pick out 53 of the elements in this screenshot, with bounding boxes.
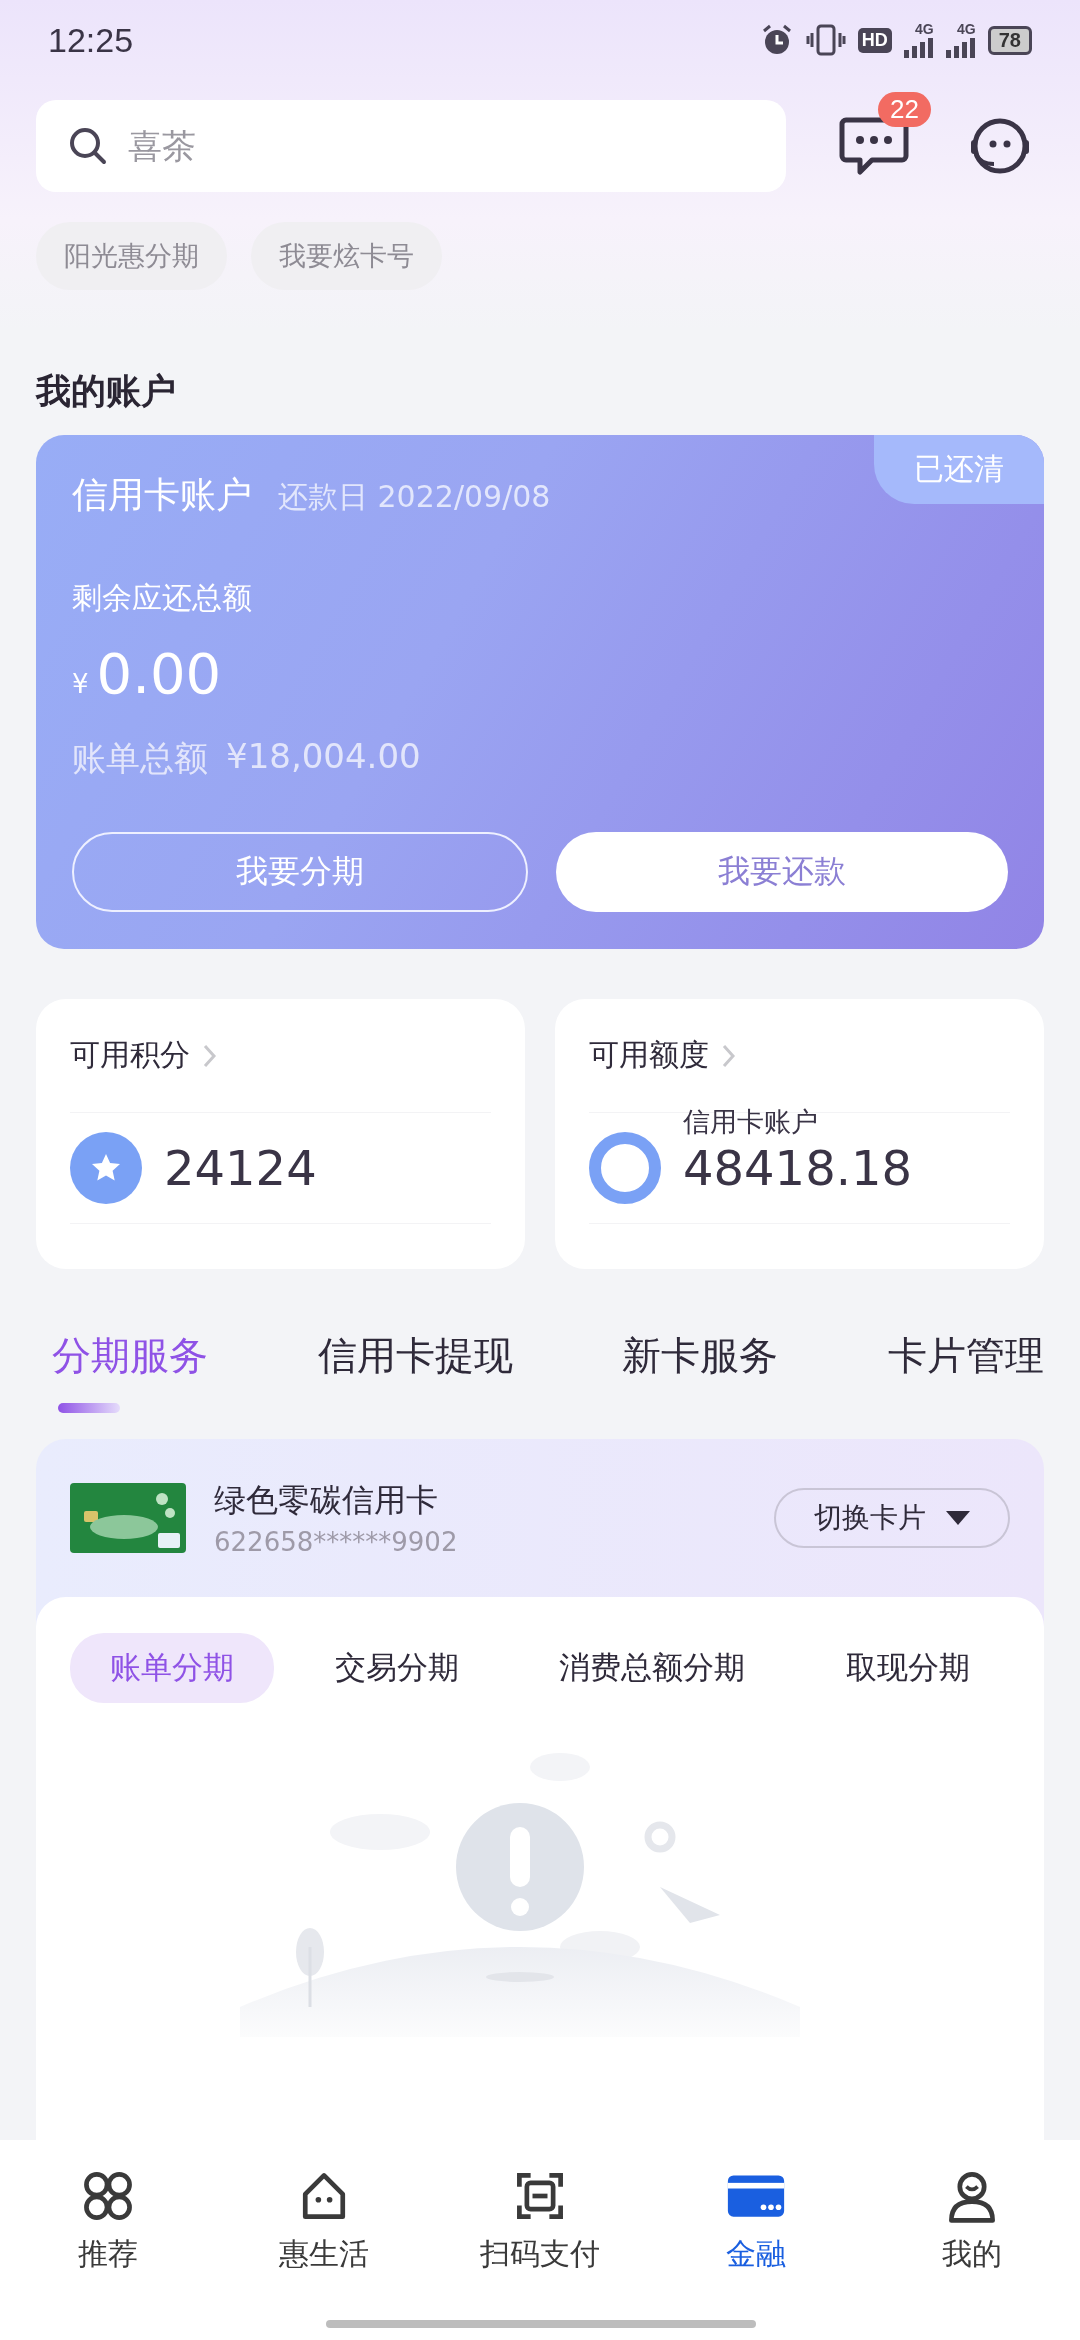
status-tag: 已还清: [874, 435, 1044, 504]
vibrate-icon: [805, 23, 846, 57]
stat-value: 24124: [164, 1140, 317, 1196]
nav-label: 推荐: [78, 2235, 138, 2273]
network-type: 4G: [957, 22, 976, 36]
ring-icon: [589, 1132, 661, 1204]
network-type: 4G: [915, 22, 934, 36]
card-name: 绿色零碳信用卡: [214, 1480, 439, 1521]
stat-label: 可用额度: [589, 1036, 709, 1074]
service-tab[interactable]: 卡片管理: [887, 1329, 1044, 1417]
bill-amount: ¥18,004.00: [226, 736, 421, 778]
nav-label: 扫码支付: [480, 2235, 600, 2273]
caret-down-icon: [946, 1511, 970, 1525]
stat-card[interactable]: 可用额度 信用卡账户 48418.18: [555, 999, 1044, 1269]
signal-icon: [903, 36, 934, 58]
nav-item[interactable]: 我的: [882, 2166, 1062, 2340]
tab-indicator: [58, 1403, 120, 1413]
card-number: 622658******9902: [214, 1527, 459, 1557]
installment-tab[interactable]: 账单分期: [70, 1633, 274, 1703]
nav-label: 我的: [942, 2235, 1002, 2273]
nav-item[interactable]: 扫码支付: [450, 2166, 630, 2340]
service-tab[interactable]: 信用卡提现: [317, 1329, 513, 1417]
remaining-amount: 0.00: [96, 641, 222, 706]
hd-indicator: HD: [857, 27, 892, 53]
stat-value: 48418.18: [683, 1140, 913, 1196]
nav-item[interactable]: 金融: [666, 2166, 846, 2340]
credit-card-icon: [70, 1483, 186, 1553]
account-label: 信用卡账户: [683, 1105, 818, 1139]
stat-card[interactable]: 可用积分 24124: [36, 999, 525, 1269]
switch-card-button[interactable]: 切换卡片: [774, 1488, 1010, 1548]
nav-item[interactable]: 推荐: [18, 2166, 198, 2340]
star-badge-icon: [70, 1132, 142, 1204]
chevron-right-icon: [721, 1042, 737, 1069]
signal-icon: [945, 36, 976, 58]
chevron-right-icon: [202, 1042, 218, 1069]
due-date: 还款日 2022/09/08: [278, 478, 551, 516]
bill-label: 账单总额: [72, 737, 208, 780]
message-count-badge: 22: [878, 92, 931, 127]
installment-tab[interactable]: 交易分期: [294, 1633, 499, 1703]
nav-label: 惠生活: [279, 2235, 369, 2273]
battery-level: 78: [987, 25, 1032, 55]
nav-label: 金融: [726, 2235, 786, 2273]
installment-tab[interactable]: 消费总额分期: [519, 1633, 786, 1703]
section-title: 我的账户: [34, 370, 177, 413]
installment-tab[interactable]: 取现分期: [805, 1633, 1010, 1703]
search-field[interactable]: 喜茶: [36, 100, 786, 192]
service-tab[interactable]: 分期服务: [52, 1329, 208, 1417]
currency-symbol: ¥: [72, 669, 89, 699]
stat-label: 可用积分: [70, 1036, 190, 1074]
nav-item[interactable]: 惠生活: [234, 2166, 414, 2340]
remaining-label: 剩余应还总额: [72, 579, 253, 617]
service-tab[interactable]: 新卡服务: [622, 1329, 779, 1417]
clock-time: 12:25: [48, 20, 134, 60]
